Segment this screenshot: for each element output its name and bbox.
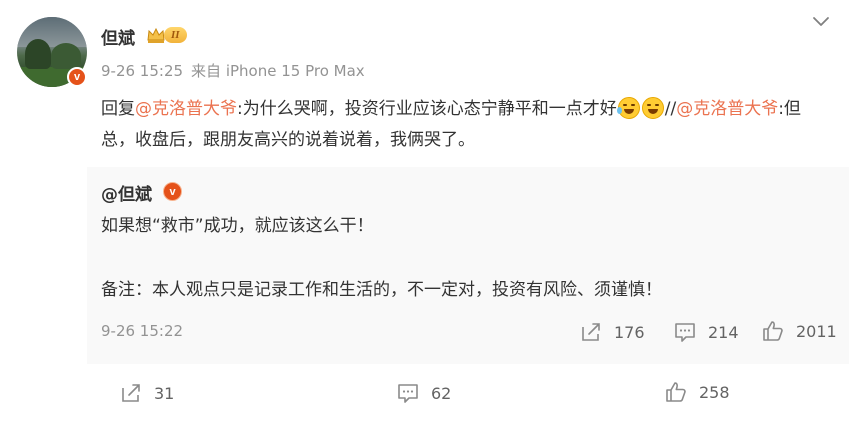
quoted-text-line-1: 如果想“救市”成功，就应该这么干！ <box>101 216 374 236</box>
mention-link[interactable]: @克洛普大爷 <box>135 99 237 119</box>
post-source: 来自 iPhone 15 Pro Max <box>191 62 365 80</box>
comment-count: 62 <box>431 383 452 403</box>
quoted-text-line-2: 备注：本人观点只是记录工作和生活的，不一定对，投资有风险、须谨慎！ <box>101 280 662 300</box>
quoted-verified-badge-icon: v <box>163 182 182 201</box>
quoted-like-button[interactable]: 2011 <box>762 320 837 342</box>
quoted-like-count: 2011 <box>796 321 837 341</box>
author-name[interactable]: 但斌 <box>101 24 135 49</box>
quoted-repost-button[interactable]: 176 <box>580 321 645 343</box>
quoted-comment-count: 214 <box>708 322 739 342</box>
author-avatar[interactable]: v <box>17 17 87 87</box>
quoted-author[interactable]: @但斌 <box>101 180 152 205</box>
comment-button[interactable]: 62 <box>397 382 451 404</box>
quoted-post[interactable]: @但斌 v 如果想“救市”成功，就应该这么干！ 备注：本人观点只是记录工作和生活… <box>87 167 849 364</box>
repost-button[interactable]: 31 <box>120 382 174 404</box>
repost-count: 31 <box>154 383 175 403</box>
mention-link-2[interactable]: @克洛普大爷 <box>676 99 778 119</box>
user-level-badge: II <box>164 27 187 43</box>
like-count: 258 <box>699 382 730 402</box>
like-icon <box>666 382 686 402</box>
menu-chevron-icon[interactable] <box>812 13 830 31</box>
comment-icon <box>398 384 418 403</box>
crying-laugh-emoji-icon <box>616 97 640 119</box>
quoted-comment-button[interactable]: 214 <box>674 321 739 343</box>
crown-icon <box>147 27 165 43</box>
laugh-emoji-icon <box>641 97 664 119</box>
post-meta: 9-26 15:25 来自 iPhone 15 Pro Max <box>101 60 365 81</box>
comment-icon <box>675 323 695 342</box>
quoted-time[interactable]: 9-26 15:22 <box>101 322 183 340</box>
post-body: 回复@克洛普大爷:为什么哭啊，投资行业应该心态宁静平和一点才好//@克洛普大爷:… <box>101 94 831 156</box>
body-text-1: :为什么哭啊，投资行业应该心态宁静平和一点才好 <box>237 99 617 119</box>
quoted-repost-count: 176 <box>614 322 645 342</box>
separator: // <box>664 99 677 119</box>
post-time[interactable]: 9-26 15:25 <box>101 62 183 80</box>
repost-icon <box>582 323 600 341</box>
like-button[interactable]: 258 <box>665 381 730 403</box>
verified-badge-icon: v <box>67 67 87 87</box>
like-icon <box>763 321 783 341</box>
reply-prefix: 回复 <box>101 99 135 119</box>
repost-icon <box>122 384 140 402</box>
